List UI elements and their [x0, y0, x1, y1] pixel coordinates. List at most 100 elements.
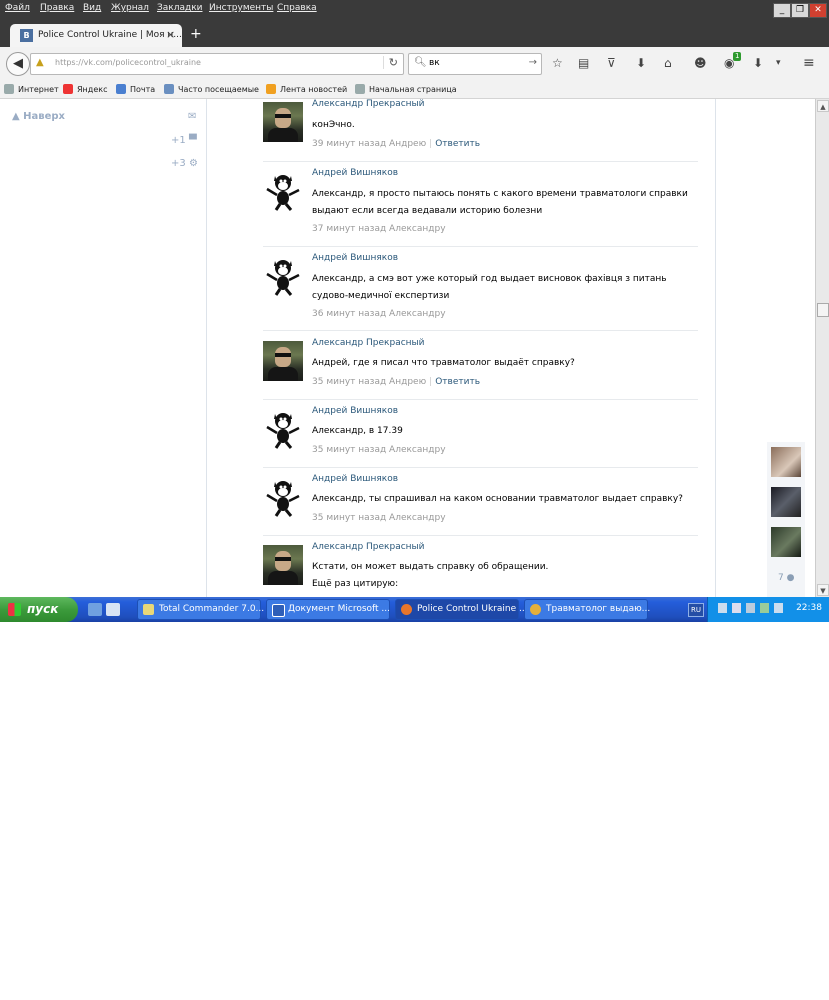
start-button[interactable]: пуск [0, 597, 78, 622]
search-go-icon[interactable]: → [529, 57, 537, 68]
address-bar[interactable]: ▲ https://vk.com/policecontrol_ukraine ↻ [30, 53, 404, 75]
task-word-document[interactable]: Документ Microsoft ... [266, 599, 390, 620]
search-icon: 🔍︎ [414, 57, 427, 68]
usb-icon[interactable] [746, 603, 755, 613]
total-commander-icon [143, 604, 154, 615]
folder-icon [164, 84, 174, 94]
comment-author[interactable]: Андрей Вишняков [312, 474, 398, 484]
reading-list-icon[interactable]: ▤ [578, 56, 589, 70]
home-icon[interactable]: ⌂ [664, 56, 672, 70]
comment-item: Александр Прекрасный Андрей, где я писал… [263, 338, 698, 400]
comment-meta: 35 минут назад Александру [312, 445, 446, 455]
avatar[interactable] [263, 102, 303, 142]
quick-launch-icon[interactable] [106, 603, 120, 616]
friend-avatar[interactable] [771, 447, 801, 477]
bookmark-internet[interactable]: Интернет [4, 84, 59, 94]
scroll-down-arrow-icon[interactable]: ▼ [817, 584, 829, 596]
close-window-button[interactable]: ✕ [809, 3, 827, 18]
comment-item: Александр Прекрасный Кстати, он может вы… [263, 542, 698, 597]
avatar[interactable] [263, 409, 303, 449]
taskbar: пуск Total Commander 7.0... Документ Mic… [0, 597, 829, 622]
avatar[interactable] [263, 341, 303, 381]
comment-time[interactable]: 35 минут назад Александру [312, 513, 446, 523]
menu-file[interactable]: Файл [5, 3, 30, 13]
search-box[interactable]: 🔍︎ вк → [408, 53, 542, 75]
tab-police-control[interactable]: В Police Control Ukraine | Моя н... × [10, 24, 182, 47]
globe-icon [355, 84, 365, 94]
maximize-button[interactable]: ❐ [791, 3, 809, 18]
friend-avatar[interactable] [771, 527, 801, 557]
menu-edit[interactable]: Правка [40, 3, 74, 13]
globe-icon [4, 84, 14, 94]
bookmark-star-icon[interactable]: ☆ [552, 56, 563, 70]
volume-icon[interactable] [732, 603, 741, 613]
minimize-button[interactable]: _ [773, 3, 791, 18]
menu-help[interactable]: Справка [277, 3, 317, 13]
menu-tools[interactable]: Инструменты [209, 3, 273, 13]
avatar[interactable] [263, 545, 303, 585]
task-total-commander[interactable]: Total Commander 7.0... [137, 599, 264, 620]
show-desktop-icon[interactable] [88, 603, 102, 616]
avatar[interactable] [263, 171, 303, 211]
comment-meta: 36 минут назад Александру [312, 309, 446, 319]
connection-icon[interactable] [774, 603, 783, 613]
address-text: https://vk.com/policecontrol_ukraine [55, 58, 201, 67]
comment-author[interactable]: Андрей Вишняков [312, 406, 398, 416]
avatar[interactable] [263, 477, 303, 517]
menu-history[interactable]: Журнал [111, 3, 149, 13]
comment-author[interactable]: Александр Прекрасный [312, 542, 425, 552]
scroll-thumb[interactable] [817, 303, 829, 317]
task-chrome[interactable]: Травматолог выдаю... [524, 599, 650, 620]
comment-author[interactable]: Андрей Вишняков [312, 253, 398, 263]
comment-meta: 35 минут назад Андрею | Ответить [312, 377, 480, 387]
download-icon[interactable]: ⬇ [636, 56, 646, 70]
comment-meta: 37 минут назад Александру [312, 224, 446, 234]
comment-item: Александр Прекрасный конЭчно. 39 минут н… [263, 99, 698, 162]
comment-item: Андрей Вишняков Александр, а смэ вот уже… [263, 253, 698, 331]
dropdown-icon[interactable]: ▾ [776, 56, 781, 70]
bookmark-news-feed[interactable]: Лента новостей [266, 84, 347, 94]
chat-icon[interactable]: ☻ [694, 56, 707, 70]
antivirus-icon[interactable] [760, 603, 769, 613]
bookmark-most-visited[interactable]: Часто посещаемые [164, 84, 259, 94]
reply-link[interactable]: Ответить [435, 377, 480, 387]
menu-bookmarks[interactable]: Закладки [157, 3, 203, 13]
comment-time[interactable]: 35 минут назад Александру [312, 445, 446, 455]
reload-icon[interactable]: ↻ [382, 56, 398, 69]
friend-avatar[interactable] [771, 487, 801, 517]
tab-close-icon[interactable]: × [166, 28, 175, 41]
comment-bubble-icon: ▀ [188, 135, 197, 146]
language-indicator[interactable]: RU [688, 603, 704, 617]
tab-strip: В Police Control Ukraine | Моя н... × + [0, 18, 829, 47]
settings-counter[interactable]: +3 ⚙ [171, 158, 198, 169]
bookmark-yandex[interactable]: Яндекс [63, 84, 107, 94]
envelope-icon[interactable]: ✉ [188, 111, 196, 122]
comment-author[interactable]: Александр Прекрасный [312, 338, 425, 348]
scroll-up-arrow-icon[interactable]: ▲ [817, 100, 829, 112]
comment-text: Александр, в 17.39 [312, 426, 403, 436]
bookmark-start-page[interactable]: Начальная страница [355, 84, 457, 94]
comment-time[interactable]: 37 минут назад Александру [312, 224, 446, 234]
comment-author[interactable]: Александр Прекрасный [312, 99, 425, 109]
back-button[interactable]: ◀ [6, 52, 30, 76]
comment-time[interactable]: 36 минут назад Александру [312, 309, 446, 319]
pocket-icon[interactable]: ⊽ [607, 56, 616, 70]
network-icon[interactable] [718, 603, 727, 613]
search-input[interactable]: вк [429, 58, 440, 68]
comment-time[interactable]: 35 минут назад Андрею [312, 377, 426, 387]
bookmark-mail[interactable]: Почта [116, 84, 155, 94]
word-icon [272, 604, 285, 617]
downloads-arrow-icon[interactable]: ⬇ [753, 56, 763, 70]
menu-view[interactable]: Вид [83, 3, 101, 13]
reply-link[interactable]: Ответить [435, 139, 480, 149]
friends-count[interactable]: 7 ● [778, 573, 794, 583]
comments-counter[interactable]: +1 ▀ [171, 135, 197, 146]
hamburger-menu-icon[interactable]: ≡ [803, 56, 815, 70]
new-tab-button[interactable]: + [190, 27, 202, 41]
scroll-up-link[interactable]: ▲ Наверх [12, 111, 65, 122]
comment-author[interactable]: Андрей Вишняков [312, 168, 398, 178]
comment-time[interactable]: 39 минут назад Андрею [312, 139, 426, 149]
avatar[interactable] [263, 256, 303, 296]
task-firefox[interactable]: Police Control Ukraine ... [395, 599, 528, 620]
vertical-scrollbar[interactable]: ▲ ▼ [815, 99, 829, 597]
